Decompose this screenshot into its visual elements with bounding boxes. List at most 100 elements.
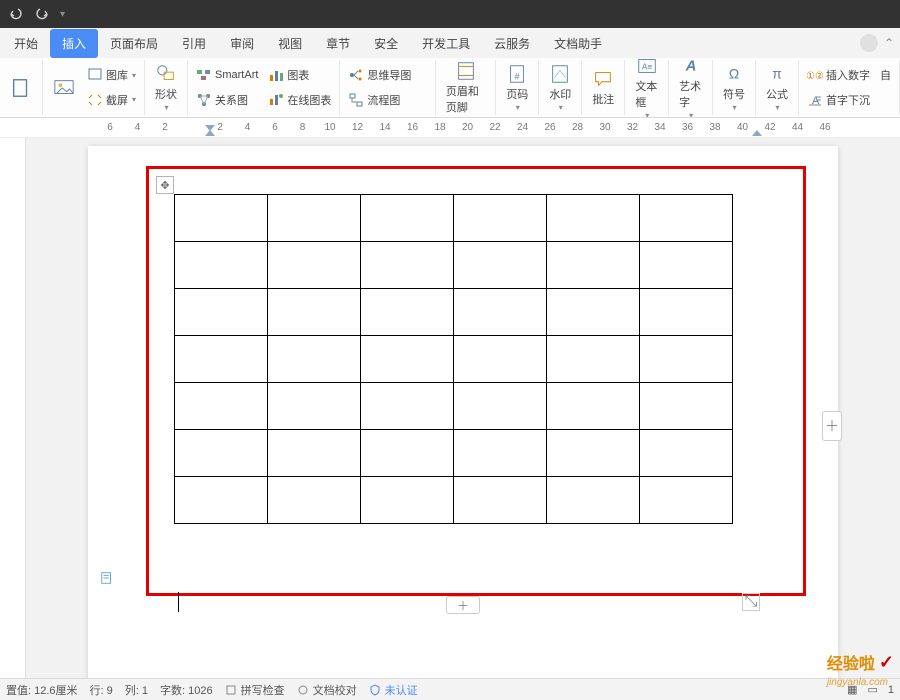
- undo-icon[interactable]: [8, 6, 24, 22]
- table-cell[interactable]: [361, 477, 454, 524]
- auto-button[interactable]: 自: [878, 66, 893, 84]
- comment-button[interactable]: 批注: [588, 66, 618, 109]
- page-scroll[interactable]: ✥ ＋ ⤡ ＋: [26, 138, 900, 678]
- table-cell[interactable]: [640, 383, 733, 430]
- user-avatar[interactable]: [860, 34, 878, 52]
- document-table[interactable]: [174, 194, 733, 524]
- online-chart-button[interactable]: 在线图表: [266, 91, 333, 109]
- table-cell[interactable]: [175, 242, 268, 289]
- table-cell[interactable]: [175, 430, 268, 477]
- table-cell[interactable]: [268, 289, 361, 336]
- status-column[interactable]: 列: 1: [125, 682, 148, 698]
- tab-dev-tools[interactable]: 开发工具: [410, 29, 482, 58]
- table-cell[interactable]: [361, 430, 454, 477]
- table-cell[interactable]: [547, 336, 640, 383]
- table-cell[interactable]: [547, 289, 640, 336]
- table-resize-handle-icon[interactable]: ⤡: [742, 593, 760, 611]
- table-add-column-icon[interactable]: ＋: [822, 411, 842, 441]
- equation-button[interactable]: π公式▾: [762, 61, 792, 114]
- blank-page-button[interactable]: [6, 75, 36, 101]
- ruler-label: 22: [489, 122, 500, 133]
- drop-cap-button[interactable]: A首字下沉: [805, 91, 872, 109]
- table-cell[interactable]: [640, 195, 733, 242]
- status-spell-check[interactable]: 拼写检查: [225, 682, 285, 698]
- left-indent-handle-icon[interactable]: [205, 130, 215, 136]
- table-cell[interactable]: [640, 430, 733, 477]
- table-cell[interactable]: [454, 242, 547, 289]
- table-cell[interactable]: [454, 289, 547, 336]
- tab-security[interactable]: 安全: [362, 29, 410, 58]
- table-cell[interactable]: [547, 477, 640, 524]
- table-cell[interactable]: [361, 195, 454, 242]
- horizontal-ruler[interactable]: 6422468101214161820222426283032343638404…: [0, 118, 900, 138]
- table-cell[interactable]: [175, 477, 268, 524]
- table-cell[interactable]: [268, 383, 361, 430]
- table-cell[interactable]: [640, 242, 733, 289]
- symbol-button[interactable]: Ω符号▾: [719, 61, 749, 114]
- status-position[interactable]: 置值: 12.6厘米: [6, 682, 78, 698]
- right-margin-handle-icon[interactable]: [752, 130, 762, 136]
- table-cell[interactable]: [454, 383, 547, 430]
- table-cell[interactable]: [175, 289, 268, 336]
- status-word-count[interactable]: 字数: 1026: [160, 682, 213, 698]
- tab-references[interactable]: 引用: [170, 29, 218, 58]
- table-cell[interactable]: [547, 383, 640, 430]
- status-proofread[interactable]: 文档校对: [297, 682, 357, 698]
- table-cell[interactable]: [454, 430, 547, 477]
- picture-button[interactable]: [49, 75, 79, 101]
- table-cell[interactable]: [547, 195, 640, 242]
- textbox-button[interactable]: A≡文本框▾: [631, 58, 662, 118]
- collapse-ribbon-icon[interactable]: ⌃: [884, 36, 894, 50]
- table-cell[interactable]: [175, 383, 268, 430]
- status-line[interactable]: 行: 9: [90, 682, 113, 698]
- watermark-button[interactable]: 水印▾: [545, 61, 575, 114]
- screenshot-button[interactable]: 截屏▾: [85, 91, 138, 109]
- table-move-handle-icon[interactable]: ✥: [156, 176, 174, 194]
- table-cell[interactable]: [547, 242, 640, 289]
- table-cell[interactable]: [268, 195, 361, 242]
- svg-text:A: A: [684, 59, 696, 75]
- chart-button[interactable]: 图表: [266, 66, 333, 84]
- smartart-button[interactable]: SmartArt: [194, 66, 260, 84]
- tab-review[interactable]: 审阅: [218, 29, 266, 58]
- table-cell[interactable]: [175, 195, 268, 242]
- flow-chart-button[interactable]: 流程图: [346, 91, 413, 109]
- table-cell[interactable]: [640, 289, 733, 336]
- gallery-button[interactable]: 图库▾: [85, 66, 138, 84]
- table-cell[interactable]: [640, 477, 733, 524]
- table-cell[interactable]: [454, 195, 547, 242]
- redo-icon[interactable]: [34, 6, 50, 22]
- table-cell[interactable]: [361, 289, 454, 336]
- zoom-level[interactable]: 1: [888, 684, 894, 696]
- status-verification[interactable]: 未认证: [369, 682, 418, 698]
- tab-page-layout[interactable]: 页面布局: [98, 29, 170, 58]
- tab-section[interactable]: 章节: [314, 29, 362, 58]
- table-cell[interactable]: [268, 242, 361, 289]
- tab-insert[interactable]: 插入: [50, 29, 98, 58]
- table-cell[interactable]: [361, 242, 454, 289]
- header-footer-button[interactable]: 页眉和页脚: [442, 58, 489, 117]
- table-cell[interactable]: [175, 336, 268, 383]
- page-number-button[interactable]: #页码▾: [502, 61, 532, 114]
- mind-map-button[interactable]: 思维导图: [346, 66, 413, 84]
- tab-cloud[interactable]: 云服务: [482, 29, 542, 58]
- wordart-button[interactable]: A艺术字▾: [675, 58, 706, 118]
- table-cell[interactable]: [454, 336, 547, 383]
- tab-doc-helper[interactable]: 文档助手: [542, 29, 614, 58]
- table-cell[interactable]: [268, 430, 361, 477]
- table-cell[interactable]: [268, 336, 361, 383]
- table-add-row-icon[interactable]: ＋: [446, 596, 480, 614]
- table-cell[interactable]: [454, 477, 547, 524]
- tab-view[interactable]: 视图: [266, 29, 314, 58]
- relation-button[interactable]: 关系图: [194, 91, 260, 109]
- table-cell[interactable]: [547, 430, 640, 477]
- table-cell[interactable]: [361, 383, 454, 430]
- table-cell[interactable]: [361, 336, 454, 383]
- table-cell[interactable]: [640, 336, 733, 383]
- vertical-ruler[interactable]: [0, 138, 26, 678]
- document-page[interactable]: ✥ ＋ ⤡ ＋: [88, 146, 838, 678]
- table-cell[interactable]: [268, 477, 361, 524]
- insert-number-button[interactable]: ①②插入数字: [805, 66, 872, 84]
- tab-home[interactable]: 开始: [2, 29, 50, 58]
- shapes-button[interactable]: 形状▾: [151, 61, 181, 114]
